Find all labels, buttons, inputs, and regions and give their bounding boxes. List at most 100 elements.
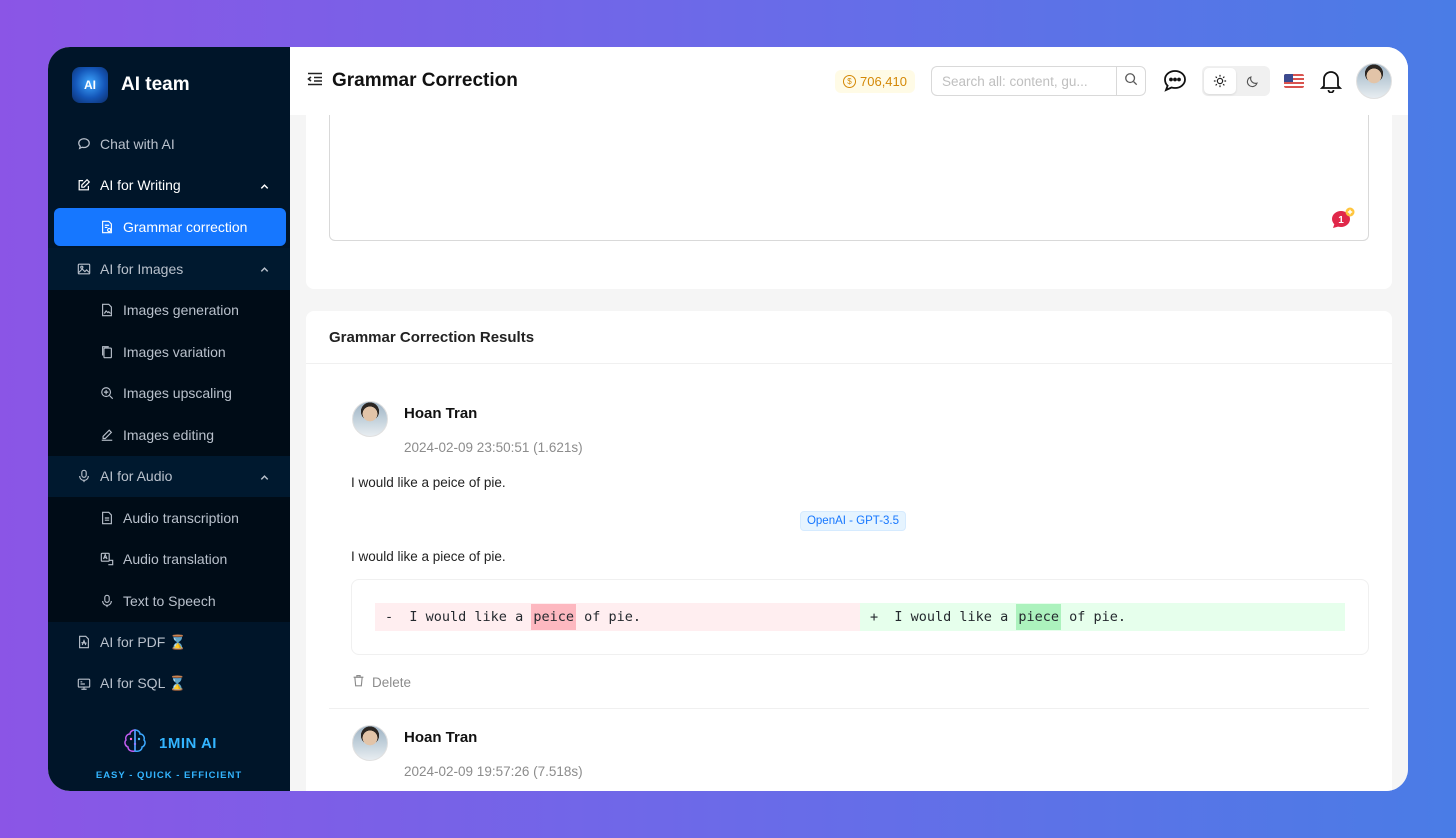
- sidebar-item-label: Images variation: [123, 343, 226, 360]
- mic-icon: [99, 593, 115, 609]
- coin-icon: $: [843, 74, 856, 88]
- sidebar-item-ai-images[interactable]: AI for Images: [48, 248, 290, 290]
- footer-brand-name: 1MIN AI: [159, 735, 217, 752]
- credits-badge[interactable]: $ 706,410: [835, 69, 915, 93]
- sidebar-item-label: Images upscaling: [123, 385, 232, 402]
- search-icon: [1124, 72, 1138, 91]
- sidebar-item-label: AI for Images: [100, 260, 184, 277]
- file-image-icon: [99, 302, 115, 318]
- chevron-up-icon: [259, 179, 270, 195]
- brand[interactable]: AI AI team: [48, 47, 290, 123]
- sidebar-item-text-to-speech[interactable]: Text to Speech: [48, 580, 290, 622]
- sidebar-item-ai-pdf[interactable]: AI for PDF ⌛: [48, 622, 290, 664]
- sidebar-item-label: AI for PDF ⌛: [100, 633, 187, 650]
- sidebar-item-images-variation[interactable]: Images variation: [48, 331, 290, 373]
- menu-fold-icon[interactable]: [306, 70, 324, 93]
- sidebar-item-label: AI for Writing: [100, 177, 181, 194]
- diff-view: - I would like a peice of pie. + I would…: [351, 579, 1369, 655]
- sidebar-item-chat[interactable]: Chat with AI: [48, 123, 290, 165]
- search-box: [931, 66, 1146, 96]
- input-text: I would like a peice of pie.: [351, 475, 506, 490]
- sidebar-item-label: Text to Speech: [123, 592, 216, 609]
- file-text-icon: [99, 510, 115, 526]
- input-card: 1: [306, 105, 1392, 289]
- search-input[interactable]: [931, 66, 1116, 96]
- user-name: Hoan Tran: [404, 729, 478, 746]
- user-avatar[interactable]: [1356, 63, 1392, 99]
- notification-badge-count: 1: [1338, 215, 1344, 226]
- search-button[interactable]: [1116, 66, 1146, 96]
- app-window: AI AI team Chat with AI AI for Writing G…: [48, 47, 1408, 791]
- main-content: Grammar Correction $ 706,410 Search all:…: [290, 47, 1408, 791]
- dark-mode-button[interactable]: [1236, 68, 1268, 94]
- doc-check-icon: [99, 219, 115, 235]
- audio-submenu: Audio transcription Audio translation Te…: [48, 497, 290, 622]
- sidebar-item-label: Audio translation: [123, 551, 228, 568]
- sidebar-item-grammar-correction[interactable]: Grammar correction: [54, 208, 286, 246]
- chat-icon: [76, 136, 92, 152]
- timestamp: 2024-02-09 19:57:26 (7.518s): [404, 764, 583, 779]
- brand-name: AI team: [121, 74, 190, 95]
- credits-value: 706,410: [860, 73, 907, 89]
- results-title: Grammar Correction Results: [306, 311, 1392, 364]
- result-entry: Hoan Tran 2024-02-09 23:50:51 (1.621s) I…: [306, 364, 1392, 709]
- sidebar-item-label: AI for SQL ⌛: [100, 675, 187, 692]
- sidebar-item-audio-translation[interactable]: Audio translation: [48, 538, 290, 580]
- image-icon: [76, 261, 92, 277]
- pencil-icon: [99, 427, 115, 443]
- chevron-up-icon: [259, 262, 270, 278]
- avatar: [352, 725, 388, 761]
- footer-brand-tagline: EASY - QUICK - EFFICIENT: [95, 770, 243, 781]
- sidebar-item-images-editing[interactable]: Images editing: [48, 414, 290, 456]
- top-bar: Grammar Correction $ 706,410: [290, 47, 1408, 115]
- footer-brand: 1MIN AI EASY - QUICK - EFFICIENT: [48, 727, 290, 781]
- page-title: Grammar Correction: [332, 70, 518, 91]
- user-name: Hoan Tran: [404, 405, 478, 422]
- theme-toggle: [1202, 66, 1270, 96]
- brand-logo: AI: [72, 67, 108, 103]
- diff-added-word: piece: [1016, 604, 1061, 630]
- timestamp: 2024-02-09 23:50:51 (1.621s): [404, 440, 583, 455]
- sidebar-item-label: Images editing: [123, 426, 215, 443]
- sidebar-item-label: Images generation: [123, 302, 239, 319]
- sidebar-item-images-generation[interactable]: Images generation: [48, 289, 290, 331]
- delete-label: Delete: [372, 674, 412, 690]
- sidebar-item-label: AI for Audio: [100, 468, 173, 485]
- images-submenu: Images generation Images variation Image…: [48, 289, 290, 456]
- brain-logo-icon: [121, 727, 149, 760]
- copy-icon: [99, 344, 115, 360]
- delete-button[interactable]: Delete: [352, 674, 1369, 690]
- sidebar-item-ai-sql[interactable]: AI for SQL ⌛: [48, 663, 290, 705]
- translate-icon: [99, 551, 115, 567]
- sidebar-item-label: Chat with AI: [100, 135, 175, 152]
- database-icon: [76, 676, 92, 692]
- model-tag: OpenAI - GPT-3.5: [799, 511, 907, 531]
- sidebar-item-label: Grammar correction: [123, 219, 248, 235]
- mic-icon: [76, 468, 92, 484]
- diff-removed-line: - I would like a peice of pie.: [375, 603, 860, 631]
- pdf-icon: [76, 634, 92, 650]
- zoom-in-icon: [99, 385, 115, 401]
- edit-icon: [76, 177, 92, 193]
- sidebar-item-images-upscaling[interactable]: Images upscaling: [48, 372, 290, 414]
- light-mode-button[interactable]: [1204, 68, 1236, 94]
- diff-removed-word: peice: [531, 604, 576, 630]
- sidebar-item-label: Audio transcription: [123, 509, 239, 526]
- diff-added-line: + I would like a piece of pie.: [860, 603, 1345, 631]
- avatar: [352, 401, 388, 437]
- sidebar-item-ai-writing[interactable]: AI for Writing: [48, 165, 290, 207]
- sidebar-item-audio-transcription[interactable]: Audio transcription: [48, 497, 290, 539]
- sidebar-item-ai-audio[interactable]: AI for Audio: [48, 455, 290, 497]
- chevron-up-icon: [259, 470, 270, 486]
- results-card: Grammar Correction Results Hoan Tran 202…: [306, 311, 1392, 791]
- chat-bubbles-icon[interactable]: [1162, 68, 1188, 94]
- bell-icon[interactable]: [1320, 69, 1342, 93]
- output-text: I would like a piece of pie.: [351, 549, 506, 564]
- us-flag-icon[interactable]: [1284, 74, 1304, 88]
- trash-icon: [352, 674, 365, 690]
- result-entry: Hoan Tran 2024-02-09 19:57:26 (7.518s): [306, 709, 1392, 779]
- notification-badge-icon[interactable]: 1: [1328, 206, 1355, 232]
- sidebar: AI AI team Chat with AI AI for Writing G…: [48, 47, 290, 791]
- sidebar-menu: Chat with AI AI for Writing Grammar corr…: [48, 123, 290, 705]
- text-input-area[interactable]: 1: [329, 105, 1369, 241]
